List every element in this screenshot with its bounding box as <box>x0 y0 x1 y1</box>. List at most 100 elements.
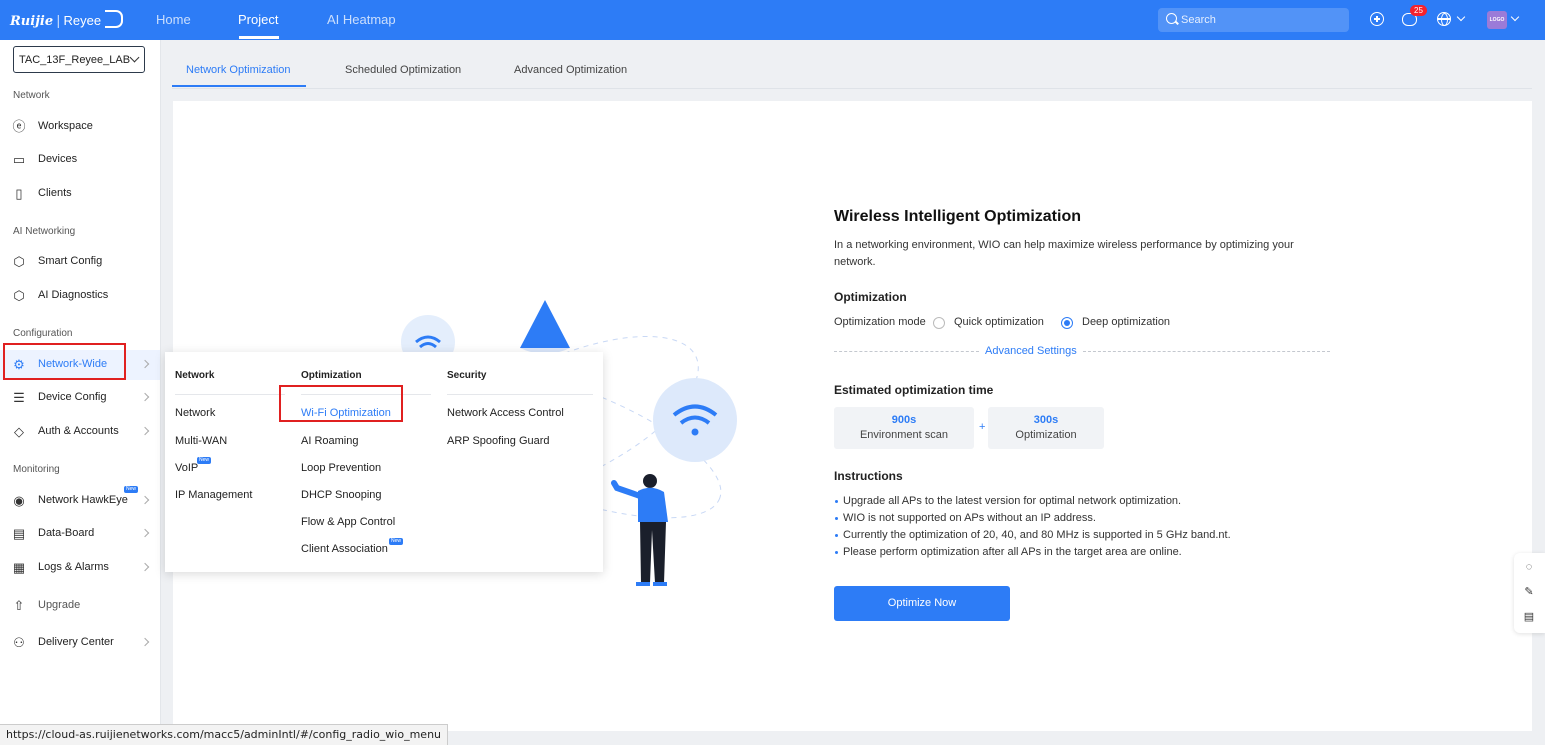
instruction-item: WIO is not supported on APs without an I… <box>835 512 1096 524</box>
optimize-now-button[interactable]: Optimize Now <box>834 586 1010 621</box>
instruction-item: Please perform optimization after all AP… <box>835 546 1182 558</box>
devices-icon: ▭ <box>12 152 26 167</box>
shield-icon: ◇ <box>14 424 24 439</box>
tab-scheduled-optimization[interactable]: Scheduled Optimization <box>345 64 461 76</box>
clipboard-icon[interactable]: ▤ <box>1523 611 1535 623</box>
optimization-time-box: 300s Optimization <box>988 407 1104 449</box>
sidebar-item-device-config[interactable]: ☰ Device Config <box>0 383 160 413</box>
sidebar-item-auth-accounts[interactable]: ◇ Auth & Accounts <box>0 417 160 447</box>
tab-bar: Network Optimization Scheduled Optimizat… <box>172 40 1532 89</box>
chevron-down-icon[interactable] <box>1456 12 1466 22</box>
submenu-item-client-association[interactable]: Client Association <box>301 543 388 555</box>
chevron-right-icon <box>140 528 150 538</box>
chevron-right-icon <box>140 426 150 436</box>
nav-home[interactable]: Home <box>156 12 191 27</box>
search-input[interactable]: Search <box>1158 8 1349 32</box>
section-title-configuration: Configuration <box>13 328 73 339</box>
section-title-monitoring: Monitoring <box>13 464 60 475</box>
submenu-item-ip-management[interactable]: IP Management <box>175 489 252 501</box>
optimization-time-value: 300s <box>1033 414 1059 426</box>
deep-optimization-radio[interactable] <box>1061 317 1073 329</box>
highlight-wifi-optimization <box>279 385 403 422</box>
instruction-item: Currently the optimization of 20, 40, an… <box>835 529 1231 541</box>
chevron-right-icon <box>140 562 150 572</box>
new-tag: New <box>124 486 139 493</box>
submenu-item-voip[interactable]: VoIP <box>175 462 198 474</box>
brand-logo[interactable]: Ruijie | Reyee <box>10 10 124 29</box>
submenu-item-ai-roaming[interactable]: AI Roaming <box>301 435 358 447</box>
submenu-item-arp-spoofing-guard[interactable]: ARP Spoofing Guard <box>447 435 550 447</box>
deep-optimization-label[interactable]: Deep optimization <box>1082 314 1170 331</box>
chevron-right-icon <box>140 359 150 369</box>
divider <box>834 351 979 352</box>
section-title-network: Network <box>13 90 50 101</box>
submenu-item-flow-app-control[interactable]: Flow & App Control <box>301 516 395 528</box>
eye-icon: ◉ <box>13 493 25 508</box>
language-globe-icon[interactable] <box>1437 12 1451 26</box>
submenu-item-loop-prevention[interactable]: Loop Prevention <box>301 462 381 474</box>
submenu-item-network-access-control[interactable]: Network Access Control <box>447 407 564 419</box>
submenu-heading-network: Network <box>175 370 215 381</box>
notification-badge: 25 <box>1410 5 1427 16</box>
sidebar-item-upgrade[interactable]: ⇧ Upgrade <box>0 591 160 621</box>
environment-scan-label: Environment scan <box>859 429 949 441</box>
top-bar: Ruijie | Reyee Home Project AI Heatmap Sea… <box>0 0 1545 40</box>
tab-advanced-optimization[interactable]: Advanced Optimization <box>514 64 627 76</box>
sidebar-item-workspace[interactable]: ⓔ Workspace <box>0 112 160 142</box>
instruction-item: Upgrade all APs to the latest version fo… <box>834 495 1182 507</box>
sidebar-item-delivery-center[interactable]: ⚇ Delivery Center <box>0 628 160 658</box>
quick-optimization-radio[interactable] <box>933 317 945 329</box>
new-tag: New <box>197 457 212 464</box>
chevron-right-icon <box>140 637 150 647</box>
submenu-item-network[interactable]: Network <box>175 407 215 419</box>
new-tag: New <box>389 538 404 545</box>
nav-project[interactable]: Project <box>238 12 278 27</box>
tab-network-optimization[interactable]: Network Optimization <box>186 64 291 76</box>
estimated-time-heading: Estimated optimization time <box>834 383 994 397</box>
nav-ai-heatmap[interactable]: AI Heatmap <box>327 12 396 27</box>
avatar[interactable]: LOGO <box>1487 11 1507 29</box>
submenu-item-dhcp-snooping[interactable]: DHCP Snooping <box>301 489 382 501</box>
workspace-icon: ⓔ <box>12 119 26 134</box>
search-icon <box>1166 13 1177 24</box>
chat-support-icon[interactable]: ◌ <box>1523 561 1535 573</box>
logs-icon: ▦ <box>12 560 26 575</box>
sidebar-item-clients[interactable]: ▯ Clients <box>0 179 160 209</box>
divider <box>175 394 285 395</box>
sidebar-item-ai-diagnostics[interactable]: ⬡ AI Diagnostics <box>0 281 160 311</box>
submenu-heading-security: Security <box>447 370 487 381</box>
sliders-icon: ☰ <box>13 390 25 405</box>
sidebar: TAC_13F_Reyee_LAB Network ⓔ Workspace ▭ De… <box>0 40 161 744</box>
sidebar-item-logs-alarms[interactable]: ▦ Logs & Alarms <box>0 553 160 583</box>
wio-title: Wireless Intelligent Optimization <box>834 208 1081 225</box>
sidebar-item-smart-config[interactable]: ⬡ Smart Config <box>0 247 160 277</box>
divider <box>1083 351 1330 352</box>
divider <box>447 394 593 395</box>
wio-description-line1: In a networking environment, WIO can hel… <box>834 239 1294 251</box>
quick-optimization-label[interactable]: Quick optimization <box>954 314 1044 331</box>
feedback-icon[interactable]: ✎ <box>1523 586 1535 598</box>
chevron-down-icon <box>129 52 140 63</box>
optimization-heading: Optimization <box>834 290 907 304</box>
tab-active-indicator <box>172 85 306 87</box>
status-bar-url: https://cloud-as.ruijienetworks.com/macc… <box>0 724 449 745</box>
environment-scan-value: 900s <box>891 414 917 426</box>
submenu-heading-optimization: Optimization <box>301 370 362 381</box>
add-icon[interactable] <box>1370 12 1384 26</box>
instructions-heading: Instructions <box>834 469 903 483</box>
environment-scan-box: 900s Environment scan <box>834 407 974 449</box>
upgrade-icon: ⇧ <box>13 598 25 613</box>
clients-icon: ▯ <box>15 186 23 201</box>
project-select[interactable]: TAC_13F_Reyee_LAB <box>13 46 145 73</box>
dashboard-icon: ▤ <box>12 526 26 541</box>
chevron-right-icon <box>140 495 150 505</box>
advanced-settings-link[interactable]: Advanced Settings <box>985 343 1077 360</box>
sidebar-item-data-board[interactable]: ▤ Data-Board <box>0 519 160 549</box>
chevron-down-icon[interactable] <box>1510 12 1520 22</box>
wio-description-line2: network. <box>834 256 876 268</box>
submenu-item-multi-wan[interactable]: Multi-WAN <box>175 435 227 447</box>
sidebar-item-devices[interactable]: ▭ Devices <box>0 145 160 175</box>
section-title-ai-networking: AI Networking <box>13 226 76 237</box>
smart-config-icon: ⬡ <box>13 254 25 269</box>
highlight-network-wide <box>3 343 126 380</box>
